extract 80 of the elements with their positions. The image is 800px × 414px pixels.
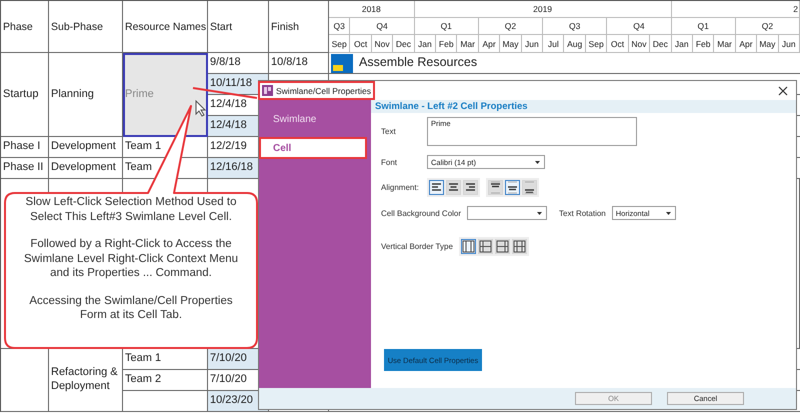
- field-label: Text: [381, 127, 397, 136]
- border-icon: [460, 239, 476, 254]
- quarter-header: Q4: [350, 18, 415, 35]
- month-header: May: [757, 35, 779, 53]
- caret-icon: [535, 160, 540, 164]
- month-header: Oct: [350, 35, 372, 53]
- month-header: Jan: [414, 35, 436, 53]
- quarter-header: Q1: [672, 18, 736, 35]
- border-icon: [478, 239, 493, 254]
- table-cell: Startup: [1, 53, 49, 137]
- quarter-header: Q3: [543, 18, 608, 35]
- align-button[interactable]: [505, 180, 520, 195]
- border-type-button[interactable]: [478, 239, 493, 254]
- border-type-button[interactable]: [494, 239, 510, 254]
- month-header: Nov: [372, 35, 394, 53]
- task-label: Assemble Resources: [359, 55, 478, 71]
- field-label: Text Rotation: [559, 208, 606, 218]
- table-cell: Phase II: [1, 158, 49, 179]
- month-header: Dec: [650, 35, 672, 53]
- sub-phase-label: Planning: [51, 88, 94, 102]
- field-label: Vertical Border Type: [381, 242, 453, 251]
- month-header: Apr: [736, 35, 758, 53]
- sidebar-tab[interactable]: Cell: [260, 138, 366, 158]
- sub-phase-label: Development: [51, 161, 116, 175]
- callout-text: Followed by a Right-Click to Access the Swimlane Level Right-Click Context Menu and its Properties ... Command.: [22, 237, 240, 280]
- align-bottom-icon: [522, 180, 537, 195]
- section-heading: Swimlane - Left #2 Cell Properties: [371, 100, 796, 113]
- quarter-header: Q3: [329, 18, 350, 35]
- year-header: 2019: [414, 1, 672, 18]
- quarter-header: Q1: [414, 18, 479, 35]
- column-header: Sub-Phase: [49, 1, 123, 53]
- column-header: Phase: [1, 1, 49, 53]
- align-top-icon: [488, 180, 503, 195]
- leader-line: [192, 87, 258, 99]
- year-header: 2: [672, 1, 800, 18]
- month-header: Oct: [607, 35, 629, 53]
- month-header: Mar: [714, 35, 736, 53]
- month-header: Feb: [436, 35, 458, 53]
- month-header: Mar: [457, 35, 479, 53]
- caret-icon: [666, 212, 671, 214]
- year-header: 2018: [329, 1, 415, 18]
- finish-date: 10/8/18: [271, 56, 308, 70]
- border-icon: [494, 239, 510, 254]
- field-label: Font: [381, 158, 398, 166]
- callout-text: Accessing the Swimlane/Cell Properties Form at its Cell Tab.: [28, 294, 234, 322]
- quarter-header: Q2: [478, 18, 544, 35]
- month-header: May: [500, 35, 522, 53]
- quarter-header: Q4: [607, 18, 672, 35]
- month-header: Jan: [672, 35, 693, 53]
- sub-phase-label: Refactoring & Deployment: [51, 366, 119, 394]
- month-header: Sep: [586, 35, 608, 53]
- table-cell: Phase I: [1, 137, 49, 158]
- align-button[interactable]: [429, 180, 444, 195]
- month-header: Sep: [329, 35, 350, 53]
- sub-phase-label: Development: [51, 140, 116, 154]
- field-label: Alignment:: [381, 183, 420, 192]
- close-icon[interactable]: [778, 86, 788, 96]
- border-icon: [512, 239, 527, 254]
- cursor-icon: [195, 100, 207, 117]
- column-header: Finish: [269, 1, 329, 53]
- color-dropdown[interactable]: [467, 206, 548, 220]
- month-header: Jun: [522, 35, 544, 53]
- quarter-header: Q2: [736, 18, 800, 35]
- month-header: Jun: [778, 35, 800, 53]
- callout-text: Slow Left-Click Selection Method Used to Select This Left#3 Swimlane Level Cell.: [24, 195, 238, 224]
- caret-icon: [537, 212, 542, 214]
- month-header: Feb: [692, 35, 714, 53]
- task-icon: [331, 54, 353, 72]
- month-header: Aug: [564, 35, 586, 53]
- column-header: Start: [208, 1, 269, 53]
- border-type-button[interactable]: [460, 239, 476, 254]
- month-header: Dec: [393, 35, 415, 53]
- month-header: Apr: [478, 35, 500, 53]
- field-label: Cell Background Color: [381, 208, 462, 218]
- month-header: Nov: [628, 35, 650, 53]
- border-type-button[interactable]: [512, 239, 527, 254]
- month-header: Jul: [543, 35, 564, 53]
- align-middle-icon: [505, 180, 520, 195]
- app-icon: [262, 85, 273, 96]
- resource-cell[interactable]: Team 2: [123, 370, 208, 391]
